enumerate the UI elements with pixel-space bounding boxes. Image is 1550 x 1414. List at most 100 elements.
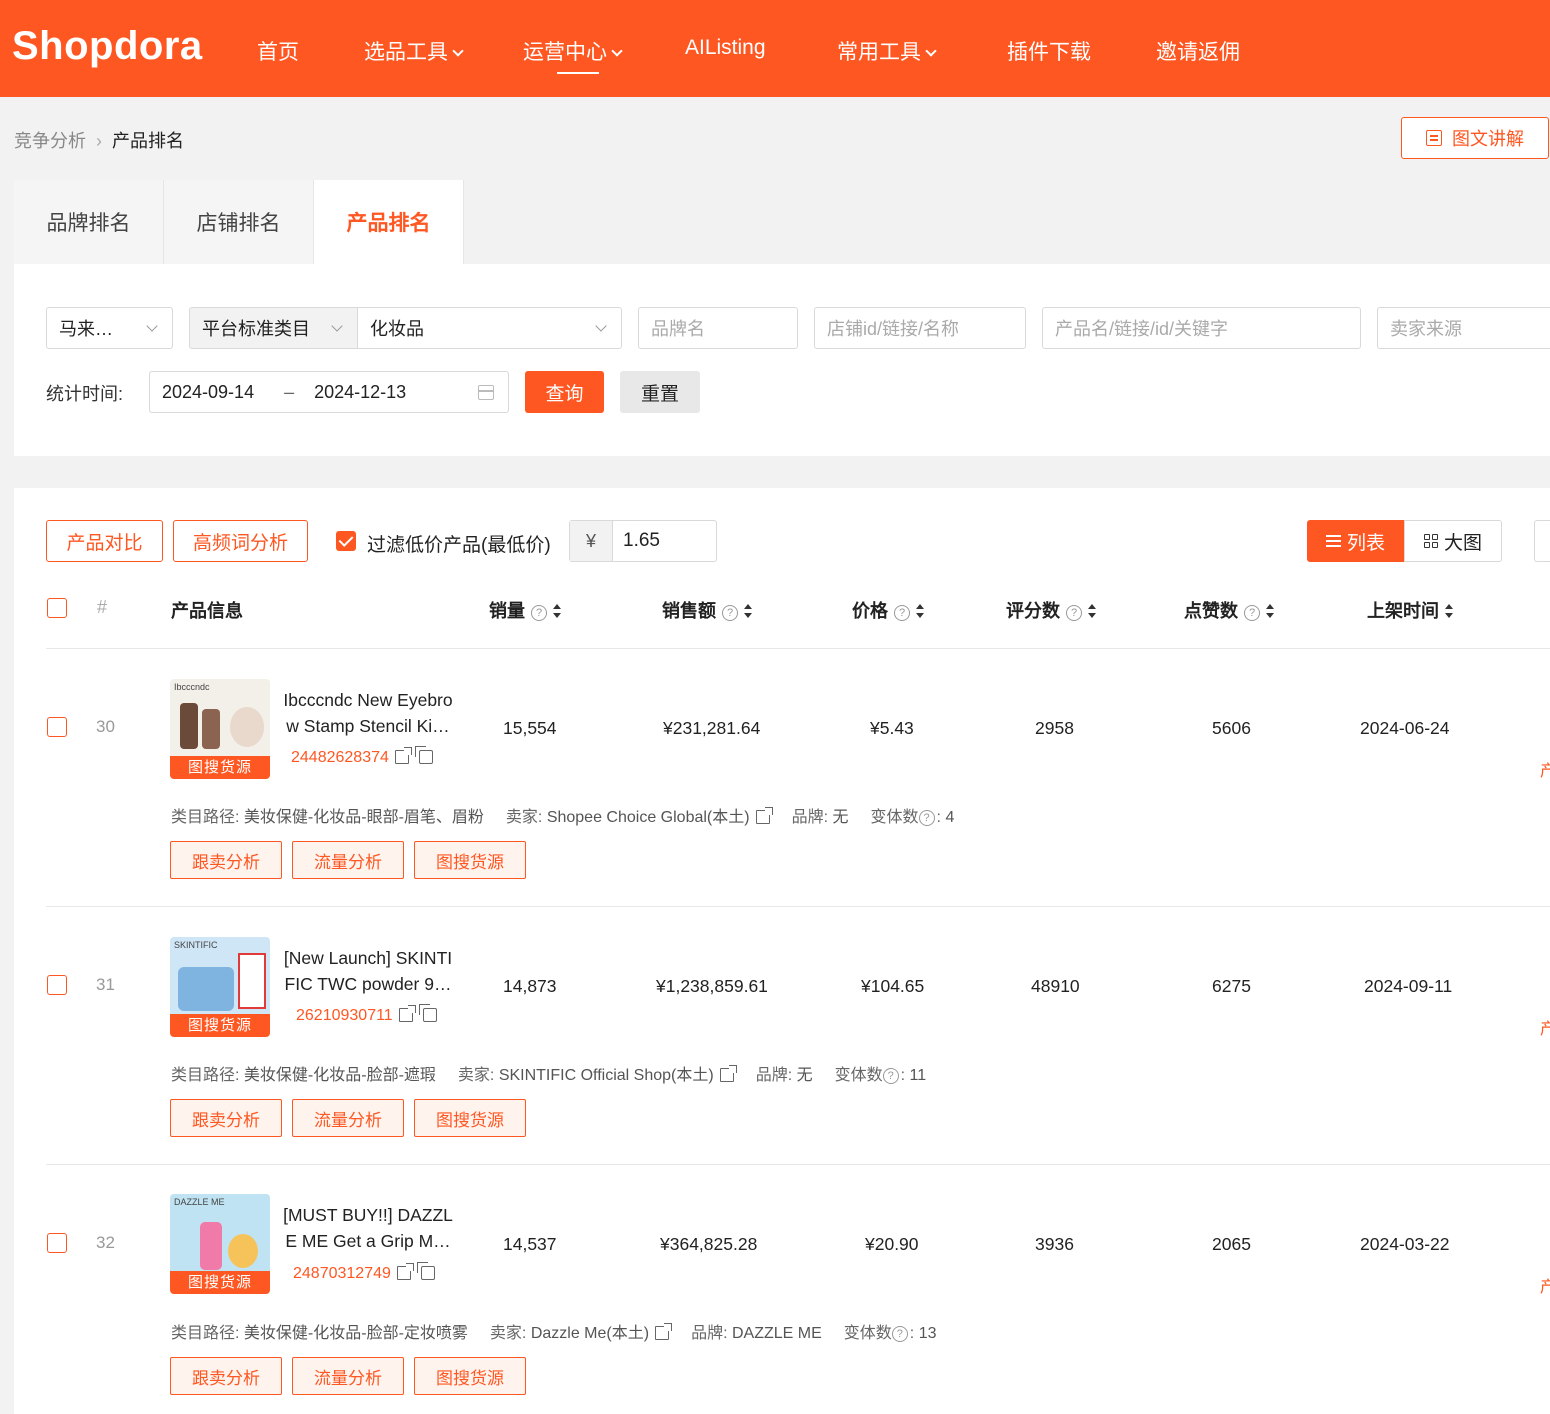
follow-analysis-button[interactable]: 跟卖分析 <box>170 1357 282 1395</box>
help-icon[interactable]: ? <box>882 1068 899 1084</box>
col-listed-time[interactable]: 上架时间 <box>1367 597 1453 623</box>
help-icon[interactable]: ? <box>918 810 935 826</box>
copy-icon[interactable] <box>414 746 433 764</box>
image-search-button[interactable]: 图搜货源 <box>414 841 526 879</box>
tab-shop-ranking[interactable]: 店铺排名 <box>164 180 314 264</box>
date-range-picker[interactable]: 2024-09-14 – 2024-12-13 <box>149 371 509 413</box>
product-id-link[interactable]: 24482628374 <box>291 746 433 767</box>
product-meta: 类目路径: 美妆保健-化妆品-脸部-定妆喷雾 卖家: Dazzle Me(本土) 品… <box>171 1323 937 1342</box>
external-link-icon[interactable] <box>719 1065 737 1082</box>
row-checkbox[interactable] <box>47 717 67 737</box>
copy-icon[interactable] <box>418 1004 437 1022</box>
external-link-icon[interactable] <box>755 807 773 824</box>
image-search-button[interactable]: 图搜货源 <box>414 1357 526 1395</box>
breadcrumb-parent[interactable]: 竞争分析 <box>14 131 86 151</box>
row-divider <box>46 906 1550 907</box>
col-price[interactable]: 价格? <box>852 597 924 623</box>
currency-prefix: ¥ <box>570 521 613 561</box>
sort-icon[interactable] <box>1266 604 1274 618</box>
row-checkbox[interactable] <box>47 1233 67 1253</box>
filter-low-price-label: 过滤低价产品(最低价) <box>367 535 551 556</box>
view-list-button[interactable]: 列表 <box>1307 520 1404 562</box>
image-search-badge[interactable]: 图搜货源 <box>170 1271 270 1294</box>
nav-home[interactable]: 首页 <box>257 36 299 66</box>
row-checkbox[interactable] <box>47 975 67 995</box>
tab-brand-ranking[interactable]: 品牌排名 <box>14 180 164 264</box>
guide-button[interactable]: 图文讲解 <box>1401 117 1549 159</box>
external-link-icon[interactable] <box>396 1263 414 1280</box>
product-id-link[interactable]: 24870312749 <box>293 1262 435 1283</box>
follow-analysis-button[interactable]: 跟卖分析 <box>170 1099 282 1137</box>
filter-panel <box>14 264 1550 456</box>
category-select[interactable]: 化妆品 <box>357 307 622 349</box>
col-likes[interactable]: 点赞数? <box>1184 597 1274 623</box>
keyword-analysis-button[interactable]: 高频词分析 <box>173 520 308 562</box>
product-thumbnail[interactable]: DAZZLE ME 图搜货源 <box>170 1194 270 1294</box>
external-link-icon[interactable] <box>394 747 412 764</box>
row-action-edge[interactable]: 产 <box>1540 757 1550 781</box>
market-select[interactable]: 马来… <box>46 307 173 349</box>
sort-icon[interactable] <box>1088 604 1096 618</box>
nav-common-tools[interactable]: 常用工具 <box>837 36 937 66</box>
listed-date-value: 2024-06-24 <box>1360 718 1450 738</box>
copy-icon[interactable] <box>416 1262 435 1280</box>
col-sales[interactable]: 销量? <box>489 597 561 623</box>
help-icon[interactable]: ? <box>1244 605 1260 621</box>
help-icon[interactable]: ? <box>1066 605 1082 621</box>
col-revenue[interactable]: 销售额? <box>662 597 752 623</box>
external-link-icon[interactable] <box>655 1323 673 1340</box>
product-name[interactable]: [New Launch] SKINTI FIC TWC powder 9… <box>277 945 459 997</box>
rating-count-value: 48910 <box>1031 976 1080 996</box>
traffic-analysis-button[interactable]: 流量分析 <box>292 841 404 879</box>
traffic-analysis-button[interactable]: 流量分析 <box>292 1099 404 1137</box>
traffic-analysis-button[interactable]: 流量分析 <box>292 1357 404 1395</box>
product-id-link[interactable]: 26210930711 <box>296 1004 437 1025</box>
extra-toolbar-button[interactable] <box>1534 520 1550 562</box>
nav-invite-commission[interactable]: 邀请返佣 <box>1156 36 1240 66</box>
nav-ailisting[interactable]: AIListing <box>685 36 766 60</box>
help-icon[interactable]: ? <box>722 605 738 621</box>
row-divider <box>46 1164 1550 1165</box>
image-search-badge[interactable]: 图搜货源 <box>170 1014 270 1037</box>
help-icon[interactable]: ? <box>894 605 910 621</box>
calendar-icon <box>478 385 494 400</box>
sort-icon[interactable] <box>916 604 924 618</box>
nav-plugin-download[interactable]: 插件下载 <box>1007 36 1091 66</box>
follow-analysis-button[interactable]: 跟卖分析 <box>170 841 282 879</box>
shop-input[interactable]: 店铺id/链接/名称 <box>814 307 1026 349</box>
filter-low-price-checkbox[interactable] <box>336 531 356 551</box>
product-thumbnail[interactable]: SKINTIFIC 图搜货源 <box>170 937 270 1037</box>
product-compare-button[interactable]: 产品对比 <box>46 520 163 562</box>
sort-icon[interactable] <box>553 604 561 618</box>
listed-date-value: 2024-03-22 <box>1360 1234 1450 1254</box>
help-icon[interactable]: ? <box>891 1326 908 1342</box>
product-name[interactable]: Ibcccndc New Eyebro w Stamp Stencil Ki… <box>277 687 459 739</box>
min-price-input[interactable]: ¥ 1.65 <box>569 520 717 562</box>
tab-product-ranking[interactable]: 产品排名 <box>314 180 464 264</box>
nav-product-tools[interactable]: 选品工具 <box>364 36 464 66</box>
brand-input[interactable]: 品牌名 <box>638 307 798 349</box>
revenue-value: ¥231,281.64 <box>663 718 761 738</box>
query-button[interactable]: 查询 <box>525 371 604 413</box>
shopdora-logo[interactable]: Shopdora <box>12 24 203 69</box>
seller-source-select[interactable]: 卖家来源 <box>1377 307 1550 349</box>
sort-icon[interactable] <box>1445 604 1453 618</box>
chevron-down-icon <box>452 45 464 57</box>
row-action-edge[interactable]: 产 <box>1540 1273 1550 1297</box>
rating-count-value: 3936 <box>1035 1234 1074 1254</box>
nav-operations-center[interactable]: 运营中心 <box>523 36 623 66</box>
product-name[interactable]: [MUST BUY!!] DAZZL E ME Get a Grip M… <box>277 1202 459 1254</box>
row-action-edge[interactable]: 产 <box>1540 1015 1550 1039</box>
help-icon[interactable]: ? <box>531 605 547 621</box>
product-thumbnail[interactable]: Ibcccndc 图搜货源 <box>170 679 270 779</box>
select-all-checkbox[interactable] <box>47 598 67 618</box>
image-search-badge[interactable]: 图搜货源 <box>170 756 270 779</box>
col-rating-count[interactable]: 评分数? <box>1006 597 1096 623</box>
sort-icon[interactable] <box>744 604 752 618</box>
view-grid-button[interactable]: 大图 <box>1404 520 1502 562</box>
reset-button[interactable]: 重置 <box>620 371 700 413</box>
product-search-input[interactable]: 产品名/链接/id/关键字 <box>1042 307 1361 349</box>
external-link-icon[interactable] <box>398 1005 416 1022</box>
image-search-button[interactable]: 图搜货源 <box>414 1099 526 1137</box>
category-type-select[interactable]: 平台标准类目 <box>189 307 358 349</box>
